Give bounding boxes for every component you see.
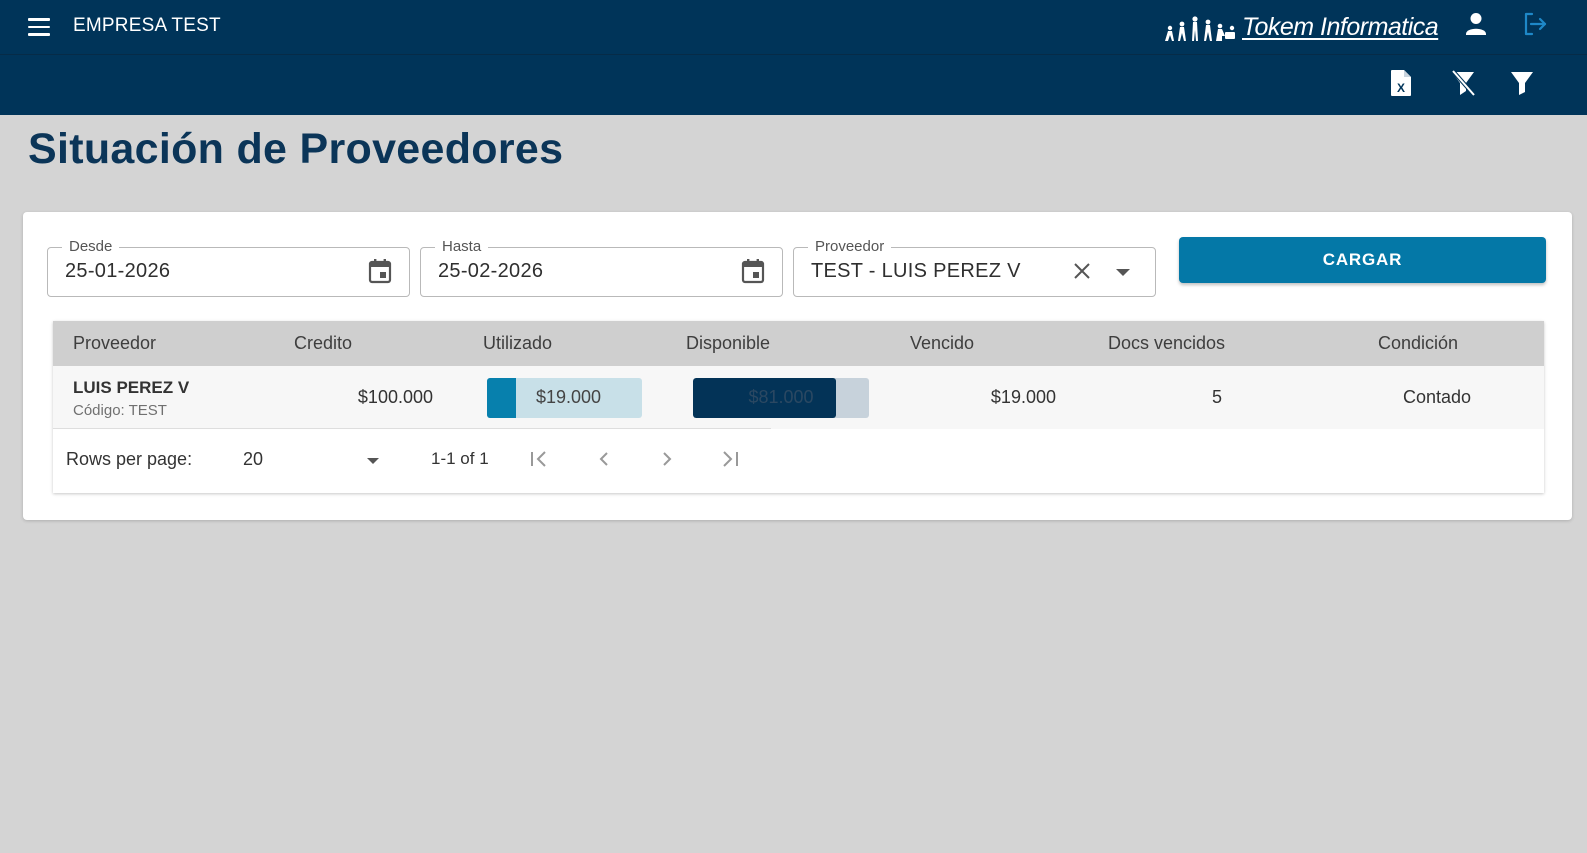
pagination: Rows per page: 20 1-1 of 1: [53, 429, 1544, 493]
column-header-vencido[interactable]: Vencido: [910, 333, 974, 354]
chevron-down-icon[interactable]: [1116, 269, 1130, 276]
logout-icon[interactable]: [1522, 11, 1548, 42]
disponible-bar: $81.000: [693, 378, 869, 418]
hasta-value[interactable]: 25-02-2026: [438, 260, 543, 283]
rows-per-page-label: Rows per page:: [66, 449, 193, 469]
app-bar: EMPRESA TEST Tokem Informatica: [0, 0, 1587, 54]
disponible-value: $81.000: [748, 387, 814, 407]
proveedor-name: LUIS PEREZ V: [73, 378, 190, 397]
vencido-value: $19.000: [990, 387, 1056, 407]
page-range: 1-1 of 1: [431, 449, 489, 468]
proveedor-label: Proveedor: [808, 238, 892, 255]
column-header-utilizado[interactable]: Utilizado: [483, 333, 552, 354]
brand-name[interactable]: Tokem Informatica: [1242, 13, 1439, 42]
proveedor-select[interactable]: Proveedor TEST - LUIS PEREZ V: [793, 238, 1156, 297]
filter-icon[interactable]: [1510, 69, 1534, 102]
desde-date-field[interactable]: Desde 25-01-2026: [47, 238, 410, 297]
column-header-docs-vencidos[interactable]: Docs vencidos: [1108, 333, 1225, 354]
excel-export-icon[interactable]: X: [1390, 69, 1412, 102]
desde-label: Desde: [62, 238, 120, 255]
report-card: Desde 25-01-2026 Hasta 25-02-2026 Provee…: [23, 212, 1572, 520]
condicion-value: Contado: [1403, 387, 1472, 407]
first-page-icon[interactable]: [529, 447, 549, 476]
proveedor-value[interactable]: TEST - LUIS PEREZ V: [811, 260, 1021, 283]
utilizado-bar: $19.000: [487, 378, 642, 418]
table-row[interactable]: LUIS PEREZ V Código: TEST $100.000 $19.0…: [53, 366, 1544, 429]
page-title: Situación de Proveedores: [28, 125, 564, 173]
proveedor-code: Código: TEST: [73, 402, 167, 419]
user-icon[interactable]: [1465, 12, 1487, 41]
credito-value: $100.000: [357, 387, 433, 407]
table-header: Proveedor Credito Utilizado Disponible V…: [53, 321, 1544, 366]
column-header-condicion[interactable]: Condición: [1378, 333, 1458, 354]
previous-page-icon[interactable]: [594, 447, 614, 476]
utilizado-value: $19.000: [535, 387, 602, 407]
cargar-button[interactable]: CARGAR: [1179, 237, 1546, 283]
column-header-proveedor[interactable]: Proveedor: [73, 333, 156, 354]
action-toolbar: X: [0, 54, 1587, 115]
desde-value[interactable]: 25-01-2026: [65, 260, 170, 283]
calendar-icon[interactable]: [368, 258, 392, 289]
calendar-icon[interactable]: [741, 258, 765, 289]
company-name: EMPRESA TEST: [73, 15, 221, 36]
clear-icon[interactable]: [1073, 262, 1091, 285]
column-header-credito[interactable]: Credito: [294, 333, 352, 354]
rows-per-page-select[interactable]: 20: [243, 449, 263, 470]
svg-text:X: X: [1397, 81, 1405, 95]
hasta-label: Hasta: [435, 238, 489, 255]
last-page-icon[interactable]: [720, 447, 740, 476]
evolution-logo-icon: [1165, 16, 1235, 41]
clear-filter-icon[interactable]: [1450, 69, 1476, 102]
menu-icon[interactable]: [28, 14, 58, 40]
hasta-date-field[interactable]: Hasta 25-02-2026: [420, 238, 783, 297]
chevron-down-icon[interactable]: [367, 458, 379, 464]
proveedores-table: Proveedor Credito Utilizado Disponible V…: [53, 321, 1544, 493]
brand-logo: Tokem Informatica: [1162, 8, 1439, 42]
docs-vencidos-value: 5: [1212, 387, 1223, 407]
next-page-icon[interactable]: [657, 447, 677, 476]
column-header-disponible[interactable]: Disponible: [686, 333, 770, 354]
